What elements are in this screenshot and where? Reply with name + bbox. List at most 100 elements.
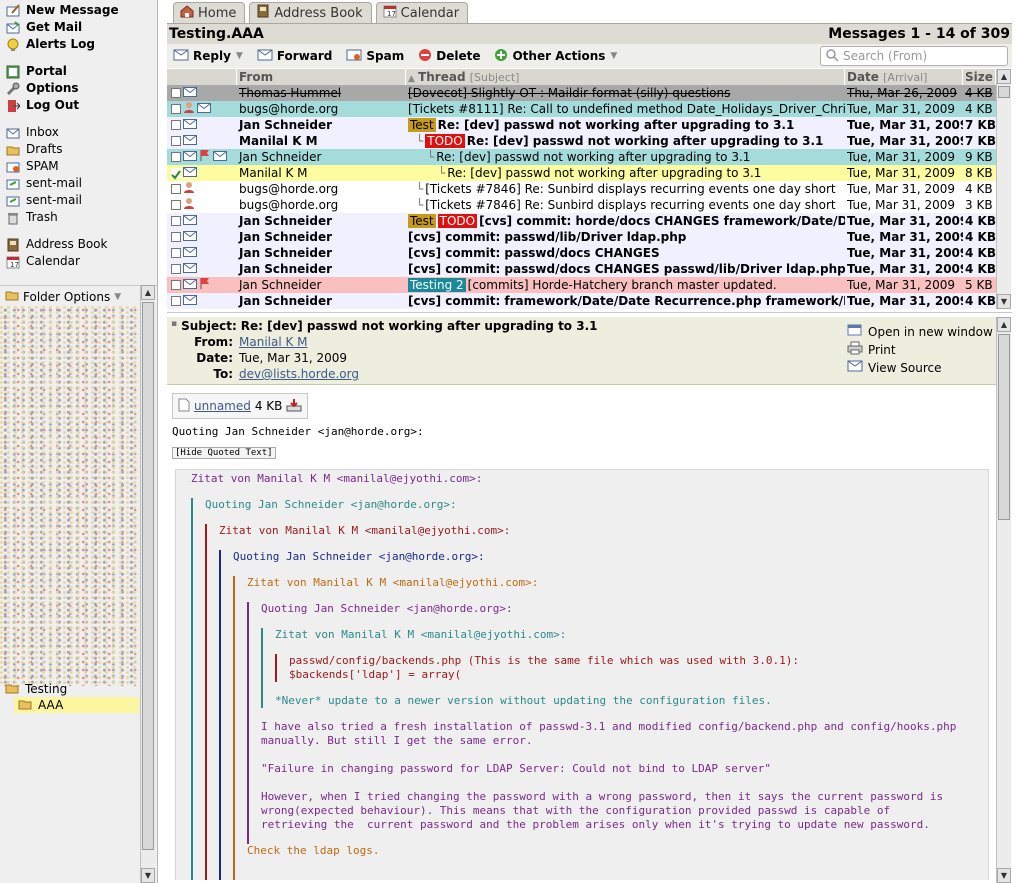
sidebar-item-trash[interactable]: Trash <box>5 209 157 226</box>
table-row[interactable]: bugs@horde.org └ [Tickets #7846] Re: Sunbi… <box>167 181 996 197</box>
table-row[interactable]: Jan Schneider [cvs] commit: passwd/docs C… <box>167 245 996 261</box>
row-checkbox[interactable] <box>171 184 181 194</box>
tab-address-book[interactable]: Address Book <box>249 2 372 23</box>
row-checkbox[interactable] <box>171 232 181 242</box>
table-row[interactable]: bugs@horde.org └ [Tickets #7846] Re: Sunbi… <box>167 197 996 213</box>
header-arrival-label[interactable]: [Arrival] <box>883 71 927 84</box>
print-link[interactable]: Print <box>847 341 896 358</box>
table-row[interactable]: Manilal K M └ TODO Re: [dev] passwd not wor… <box>167 133 996 149</box>
table-row[interactable]: Jan Schneider └ Re: [dev] passwd not worki… <box>167 149 996 165</box>
row-checkbox[interactable] <box>171 104 181 114</box>
table-row[interactable]: Manilal K M └ Re: [dev] passwd not working… <box>167 165 996 181</box>
folder-aaa[interactable]: AAA <box>14 697 139 713</box>
sent-icon <box>5 194 21 208</box>
row-checkbox[interactable] <box>171 216 181 226</box>
open-new-window-link[interactable]: Open in new window <box>847 323 993 340</box>
chevron-down-icon[interactable]: ▼ <box>610 51 617 61</box>
sidebar-item-label: Alerts Log <box>26 37 95 51</box>
view-source-link[interactable]: View Source <box>847 359 942 376</box>
sidebar-item-portal[interactable]: Portal <box>5 63 157 80</box>
sidebar-item-inbox[interactable]: Inbox <box>5 124 157 141</box>
scroll-thumb[interactable] <box>998 334 1010 520</box>
reply-button[interactable]: Reply ▼ <box>173 49 243 64</box>
preview-scrollbar[interactable]: ▲ ▼ <box>996 317 1011 883</box>
to-link[interactable]: dev@lists.horde.org <box>239 367 359 381</box>
sidebar-item-get-mail[interactable]: Get Mail <box>5 19 157 36</box>
pane-divider[interactable] <box>167 312 1012 316</box>
download-icon[interactable] <box>286 398 302 415</box>
table-row[interactable]: Jan Schneider Testing 2 [commits] Horde-Ha… <box>167 277 996 293</box>
table-row[interactable]: bugs@horde.org [Tickets #8111] Re: Call t… <box>167 101 996 117</box>
header-subject-label[interactable]: [Subject] <box>470 71 520 84</box>
attachment[interactable]: unnamed 4 KB <box>172 393 309 419</box>
row-checkbox[interactable] <box>171 168 181 180</box>
table-row[interactable]: Jan Schneider [cvs] commit: framework/Dat… <box>167 293 996 309</box>
chevron-down-icon[interactable]: ▼ <box>236 51 243 61</box>
table-row[interactable]: Thomas Hummel [Dovecot] Slightly OT : Mai… <box>167 85 996 101</box>
scroll-down-icon[interactable]: ▼ <box>997 294 1011 309</box>
quote-text: manually. But still I get the same error… <box>261 734 533 747</box>
sidebar-item-new-message[interactable]: New Message <box>5 2 157 19</box>
sidebar-item-options[interactable]: Options <box>5 80 157 97</box>
sidebar-item-drafts[interactable]: Drafts <box>5 141 157 158</box>
row-from: bugs@horde.org <box>239 198 339 212</box>
table-row[interactable]: Jan Schneider Test Re: [dev] passwd not wo… <box>167 117 996 133</box>
scroll-down-icon[interactable]: ▼ <box>997 868 1011 883</box>
row-checkbox[interactable] <box>171 296 181 306</box>
spam-button[interactable]: Spam <box>346 49 404 64</box>
sidebar-item-sent-mail[interactable]: sent-mail <box>5 175 157 192</box>
row-checkbox[interactable] <box>171 88 181 98</box>
search-input[interactable]: Search (From) <box>820 46 1008 66</box>
row-checkbox[interactable] <box>171 120 181 130</box>
sidebar-item-log-out[interactable]: Log Out <box>5 97 157 114</box>
sidebar-item-sent-mail[interactable]: sent-mail <box>5 192 157 209</box>
collapse-icon[interactable]: ▪ <box>171 319 177 333</box>
attachment-name[interactable]: unnamed <box>194 399 251 413</box>
row-checkbox[interactable] <box>171 200 181 210</box>
header-from[interactable]: From <box>237 69 406 85</box>
subject-text: Re: [dev] passwd not working after upgra… <box>447 166 762 180</box>
thread-tree-line: └ <box>427 150 435 164</box>
header-thread[interactable]: ▲ Thread [Subject] <box>406 69 845 85</box>
scroll-thumb[interactable] <box>998 86 1010 98</box>
table-row[interactable]: Jan Schneider [cvs] commit: passwd/lib/Dr… <box>167 229 996 245</box>
delete-button[interactable]: Delete <box>418 48 480 65</box>
sidebar-item-calendar[interactable]: 17 Calendar <box>5 253 157 270</box>
scroll-up-icon[interactable]: ▲ <box>997 317 1011 332</box>
scroll-up-icon[interactable]: ▲ <box>141 285 155 300</box>
hide-quoted-button[interactable]: [Hide Quoted Text] <box>172 447 276 459</box>
subject-text: Re: [dev] passwd not working after upgra… <box>437 118 795 132</box>
quote-text: However, when I tried changing the passw… <box>261 790 944 803</box>
table-row[interactable]: Jan Schneider Test TODO [cvs] commit: horde… <box>167 213 996 229</box>
header-thread-label: Thread <box>418 70 466 84</box>
quote-text: wrong(expected behaviour). This means th… <box>261 804 891 817</box>
sidebar-item-address-book[interactable]: Address Book <box>5 236 157 253</box>
row-checkbox[interactable] <box>171 248 181 258</box>
tab-home[interactable]: Home <box>173 2 246 23</box>
sidebar-item-alerts-log[interactable]: Alerts Log <box>5 36 157 53</box>
row-date: Tue, Mar 31, 2009 <box>847 278 956 292</box>
portal-icon <box>5 65 21 79</box>
folder-testing[interactable]: Testing <box>5 681 67 697</box>
row-checkbox[interactable] <box>171 280 181 290</box>
other-actions-button[interactable]: Other Actions ▼ <box>494 48 617 65</box>
row-date: Tue, Mar 31, 2009 <box>847 150 956 164</box>
table-row[interactable]: Jan Schneider [cvs] commit: passwd/docs C… <box>167 261 996 277</box>
row-checkbox[interactable] <box>171 264 181 274</box>
sidebar-item-label: Log Out <box>26 98 80 112</box>
row-checkbox[interactable] <box>171 136 181 146</box>
header-size[interactable]: Size <box>963 69 996 85</box>
scroll-up-icon[interactable]: ▲ <box>997 69 1011 84</box>
row-checkbox[interactable] <box>171 152 181 162</box>
message-list-scrollbar[interactable]: ▲ ▼ <box>996 69 1011 309</box>
forward-button[interactable]: Forward <box>257 49 332 64</box>
sidebar-item-spam[interactable]: SPAM <box>5 158 157 175</box>
folder-options[interactable]: Folder Options ▼ <box>0 285 157 307</box>
scroll-down-icon[interactable]: ▼ <box>141 868 155 883</box>
tab-calendar[interactable]: 17 Calendar <box>375 2 469 23</box>
header-date[interactable]: Date [Arrival] <box>845 69 963 85</box>
sidebar-scrollbar[interactable]: ▲ ▼ <box>140 285 155 883</box>
from-link[interactable]: Manilal K M <box>239 335 308 349</box>
scroll-thumb[interactable] <box>142 302 154 850</box>
